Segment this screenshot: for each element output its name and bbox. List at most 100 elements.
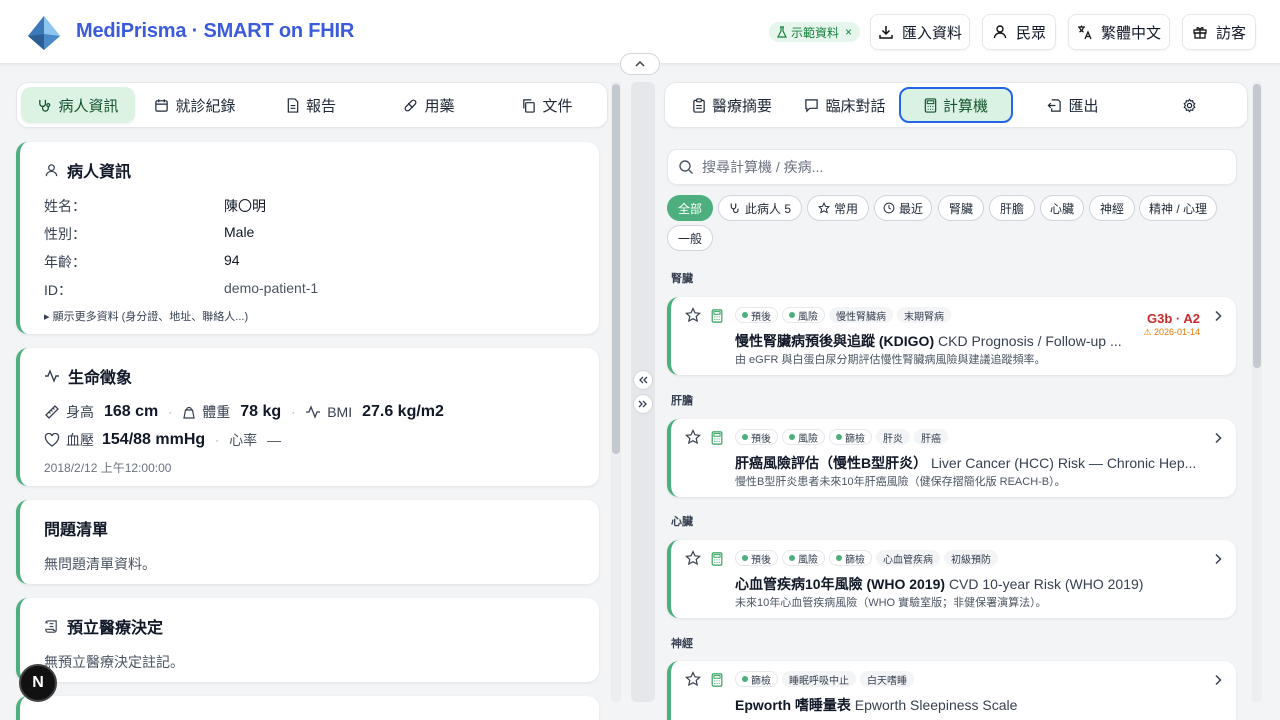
filter-heart[interactable]: 心臟 (1040, 195, 1084, 221)
demo-data-badge[interactable]: 示範資料 × (769, 22, 861, 42)
section-label-neuro: 神經 (671, 638, 693, 650)
problem-list-title: 問題清單 (44, 522, 109, 539)
tag: 篩檢 (829, 429, 872, 445)
field-label: 性別： (44, 226, 86, 242)
section-label-liver: 肝膽 (671, 395, 693, 407)
filter-this-patient[interactable]: 此病人 5 (718, 195, 802, 221)
tag-row: 預後 風險 慢性腎臟病 末期腎病 (735, 307, 951, 323)
calculator-card-cvd[interactable]: 預後 風險 篩檢 心血管疾病 初級預防 心血管疾病10年風險 (WHO 2019… (667, 540, 1236, 618)
language-button[interactable]: 繁體中文 (1068, 14, 1170, 50)
app-title: MediPrisma · SMART on FHIR (76, 20, 355, 42)
field-label: 年齡： (44, 254, 86, 270)
import-data-button[interactable]: 匯入資料 (870, 14, 970, 50)
tab-settings[interactable] (1173, 87, 1205, 123)
show-more-toggle[interactable]: ▸ 顯示更多資料 (身分證、地址、聯絡人...) (44, 308, 248, 324)
tab-label: 醫療摘要 (711, 97, 772, 115)
star-icon[interactable] (685, 671, 701, 687)
tab-label: 臨床對話 (825, 97, 886, 115)
card-title-text: 病人資訊 (67, 164, 132, 181)
filter-psych[interactable]: 精神 / 心理 (1139, 195, 1217, 221)
tag-row: 篩檢 睡眠呼吸中止 白天嗜睡 (735, 671, 914, 687)
chevrons-left-icon (638, 376, 648, 384)
calculator-card-kdigo[interactable]: 預後 風險 慢性腎臟病 末期腎病 慢性腎臟病預後與追蹤 (KDIGO) CKD … (667, 297, 1236, 375)
left-panel: 病人資訊 姓名： 陳〇明 性別： Male 年齡： 94 ID： demo-pa… (16, 82, 608, 720)
vitals-title: 生命徵象 (44, 364, 132, 388)
calculator-card-hcc[interactable]: 預後 風險 篩檢 肝炎 肝癌 肝癌風險評估（慢性B型肝炎） Liver Canc… (667, 419, 1236, 497)
tag: 預後 (735, 307, 778, 323)
vitals-card: 生命徵象 身高 168 cm · 體重 78 kg · BMI 27.6 kg/… (16, 348, 599, 486)
calculator-search[interactable] (667, 149, 1237, 185)
tag: 末期腎病 (897, 307, 951, 323)
dev-tools-button[interactable]: N (19, 664, 57, 702)
vitals-row-2: 血壓 154/88 mmHg · 心率 — (44, 430, 281, 450)
panel-splitter[interactable] (631, 82, 655, 702)
patient-gender: Male (224, 224, 255, 240)
search-input[interactable] (702, 159, 1202, 175)
collapse-header-button[interactable] (620, 53, 660, 75)
tag: 篩檢 (829, 550, 872, 566)
right-scrollbar-thumb[interactable] (1253, 84, 1261, 368)
public-mode-label: 民眾 (1015, 24, 1046, 42)
filter-all[interactable]: 全部 (667, 195, 713, 221)
chevron-right-icon (1214, 553, 1222, 565)
bmi-value: 27.6 kg/m2 (362, 403, 444, 420)
user-icon (44, 163, 59, 178)
vitals-row-1: 身高 168 cm · 體重 78 kg · BMI 27.6 kg/m2 (44, 402, 444, 422)
chat-icon (804, 98, 819, 113)
chip-label: 神經 (1099, 201, 1124, 216)
tag: 預後 (735, 429, 778, 445)
calculator-title: 心血管疾病10年風險 (WHO 2019) CVD 10-year Risk (… (735, 576, 1144, 592)
next-card (16, 696, 599, 720)
hr-value: — (267, 432, 282, 448)
tab-medical-summary[interactable]: 醫療摘要 (677, 87, 787, 123)
patient-name: 陳〇明 (224, 198, 266, 214)
tab-clinical-chat[interactable]: 臨床對話 (797, 87, 893, 123)
section-label-heart: 心臟 (671, 516, 693, 528)
star-icon[interactable] (685, 550, 701, 566)
chip-label: 肝膽 (999, 201, 1024, 216)
close-icon[interactable]: × (845, 25, 852, 39)
translate-icon (1077, 24, 1093, 40)
left-scrollbar-thumb[interactable] (612, 84, 620, 454)
download-icon (878, 24, 894, 40)
calculator-title: 肝癌風險評估（慢性B型肝炎） Liver Cancer (HCC) Risk —… (735, 455, 1197, 471)
chip-label: 常用 (833, 201, 858, 216)
filter-general[interactable]: 一般 (667, 225, 713, 251)
expand-left-button[interactable] (633, 370, 653, 390)
chip-label: 一般 (677, 231, 702, 246)
tab-export[interactable]: 匯出 (1041, 87, 1105, 123)
left-scrollbar[interactable] (611, 82, 621, 702)
filter-recent[interactable]: 最近 (874, 195, 932, 221)
chevron-right-icon (1214, 310, 1222, 322)
star-icon[interactable] (685, 429, 701, 445)
calculator-icon (711, 673, 723, 687)
guest-button[interactable]: 訪客 (1182, 14, 1256, 50)
filter-kidney[interactable]: 腎臟 (938, 195, 984, 221)
tag: 睡眠呼吸中止 (782, 671, 856, 687)
expand-right-button[interactable] (633, 394, 653, 414)
stethoscope-icon (729, 202, 741, 214)
patient-age: 94 (224, 252, 240, 268)
chip-label: 心臟 (1049, 201, 1074, 216)
import-data-label: 匯入資料 (901, 24, 962, 42)
chevron-right-icon (1214, 432, 1222, 444)
export-icon (1047, 98, 1062, 113)
calculator-icon (924, 97, 937, 113)
filter-favorites[interactable]: 常用 (807, 195, 869, 221)
filter-liver[interactable]: 肝膽 (989, 195, 1035, 221)
star-icon[interactable] (685, 307, 701, 323)
chip-label: 腎臟 (948, 201, 973, 216)
right-scrollbar[interactable] (1252, 82, 1262, 702)
calculator-card-epworth[interactable]: 篩檢 睡眠呼吸中止 白天嗜睡 Epworth 嗜睡量表 Epworth Slee… (667, 661, 1236, 720)
ruler-icon (44, 404, 60, 420)
bmi-label: BMI (327, 404, 353, 420)
weight-value: 78 kg (240, 403, 282, 420)
public-mode-button[interactable]: 民眾 (982, 14, 1056, 50)
weight-icon (182, 405, 196, 419)
tag: 肝炎 (876, 429, 910, 445)
tag: 慢性腎臟病 (829, 307, 893, 323)
filter-neuro[interactable]: 神經 (1089, 195, 1135, 221)
tab-calculators[interactable]: 計算機 (899, 87, 1013, 123)
guest-label: 訪客 (1215, 24, 1246, 42)
activity-icon (44, 369, 60, 383)
